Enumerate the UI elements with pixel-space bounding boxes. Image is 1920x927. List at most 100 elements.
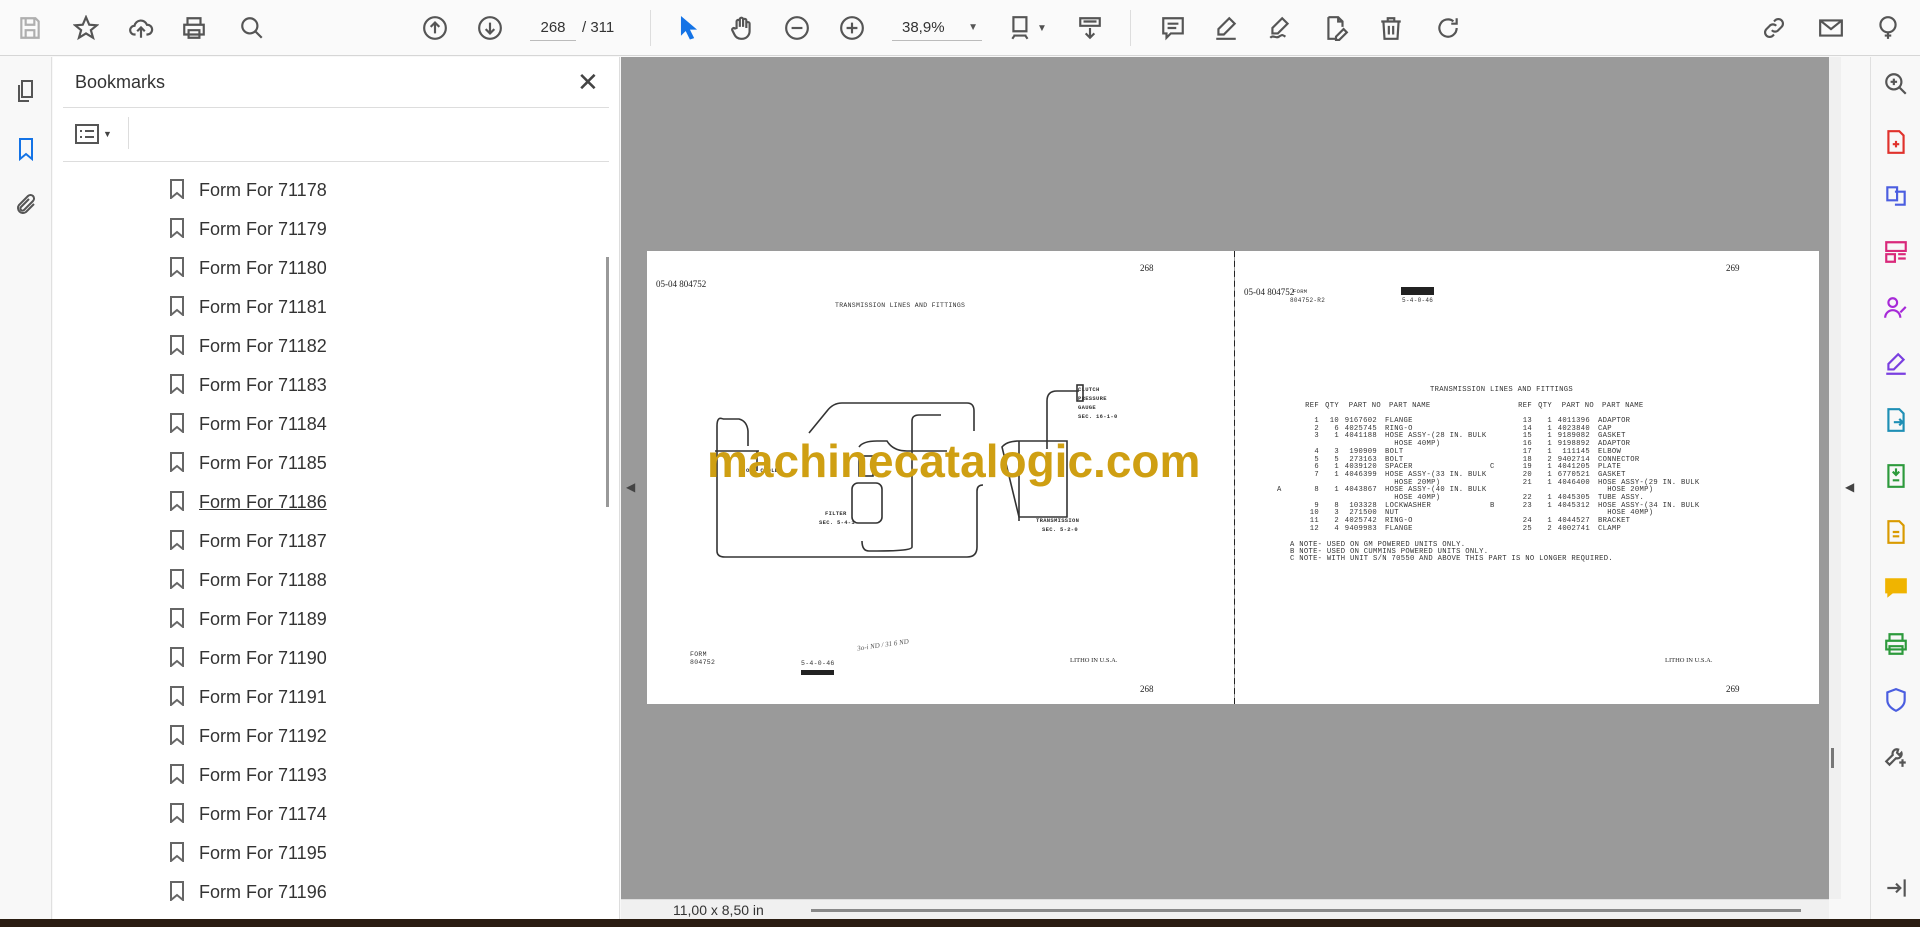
scan-ocr-icon[interactable]: [1883, 631, 1909, 657]
search-icon[interactable]: [236, 12, 268, 44]
zoom-level-select[interactable]: 38,9% ▼: [892, 15, 982, 41]
export-pdf-icon[interactable]: [1883, 407, 1909, 433]
bookmark-item[interactable]: Form For 71178: [113, 175, 583, 205]
previous-page-icon[interactable]: [419, 12, 451, 44]
watermark: machinecatalogic.com: [707, 435, 1201, 487]
close-icon[interactable]: ✕: [577, 67, 599, 98]
request-signature-icon[interactable]: [1883, 295, 1909, 321]
combine-files-icon[interactable]: [1883, 183, 1909, 209]
divider: [63, 161, 609, 162]
zoom-out-icon[interactable]: [781, 12, 813, 44]
bookmark-item[interactable]: Form For 71190: [113, 643, 583, 673]
bookmark-item[interactable]: Form For 71187: [113, 526, 583, 556]
page-number-top: 269: [1726, 263, 1740, 273]
col-qty: QTY: [1325, 402, 1339, 410]
compress-pdf-icon[interactable]: [1883, 463, 1909, 489]
bookmark-item[interactable]: Form For 71196: [113, 877, 583, 907]
bookmark-item[interactable]: Form For 71184: [113, 409, 583, 439]
email-icon[interactable]: [1815, 12, 1847, 44]
more-tools-icon[interactable]: [1883, 743, 1909, 769]
bookmark-icon: [169, 491, 187, 513]
collapse-left-panel-icon[interactable]: ◀: [626, 480, 635, 494]
create-pdf-icon[interactable]: [1883, 129, 1909, 155]
callout-pressure: PRESSURE: [1078, 395, 1107, 402]
upload-cloud-icon[interactable]: [125, 12, 157, 44]
bookmark-item[interactable]: Form For 71189: [113, 604, 583, 634]
tools-rail: [1870, 57, 1920, 919]
sign-icon[interactable]: [1264, 12, 1296, 44]
bookmark-label: Form For 71193: [199, 764, 327, 785]
bookmark-item[interactable]: Form For 71179: [113, 214, 583, 244]
vertical-scrollbar-thumb[interactable]: [1831, 748, 1834, 768]
divider: [63, 107, 609, 108]
bookmark-item[interactable]: Form For 71186: [113, 487, 583, 517]
bookmark-list-scrollbar[interactable]: [606, 257, 609, 507]
col-part-name: PART NAME: [1389, 402, 1431, 410]
page-number-input[interactable]: 268: [530, 15, 576, 41]
taskbar-edge: [0, 919, 1920, 927]
bookmark-options-button[interactable]: ▼: [75, 119, 119, 149]
bookmark-item[interactable]: Form For 71183: [113, 370, 583, 400]
chevron-down-icon: ▼: [968, 22, 978, 33]
bookmark-item[interactable]: Form For 71174: [113, 799, 583, 829]
row-part-no: 9409983: [1344, 524, 1377, 533]
bookmark-label: Form For 71185: [199, 452, 327, 473]
zoom-in-icon[interactable]: [836, 12, 868, 44]
account-icon[interactable]: [1872, 12, 1904, 44]
bookmark-icon: [169, 452, 187, 474]
bookmark-label: Form For 71178: [199, 179, 327, 200]
bookmark-item[interactable]: Form For 71181: [113, 292, 583, 322]
share-link-icon[interactable]: [1758, 12, 1790, 44]
zoom-value: 38,9%: [902, 19, 945, 36]
horizontal-scrollbar[interactable]: [811, 909, 1801, 912]
print-icon[interactable]: [178, 12, 210, 44]
select-cursor-icon[interactable]: [672, 12, 704, 44]
bookmark-item[interactable]: Form For 71195: [113, 838, 583, 868]
bookmark-icon: [169, 686, 187, 708]
comment-tool-icon[interactable]: [1883, 575, 1909, 601]
callout-filter-section: SEC. 5-4-1: [819, 519, 856, 526]
protect-icon[interactable]: [1883, 687, 1909, 713]
bookmark-item[interactable]: Form For 71193: [113, 760, 583, 790]
bookmarks-panel: Bookmarks ✕ ▼ Form For 71178 Form For 711…: [53, 57, 620, 919]
col-part-no: PART NO: [1348, 402, 1381, 410]
bookmark-icon: [169, 569, 187, 591]
edit-pdf-tool-icon[interactable]: [1883, 519, 1909, 545]
rotate-icon[interactable]: [1432, 12, 1464, 44]
bookmark-label: Form For 71196: [199, 881, 327, 902]
hand-tool-icon[interactable]: [726, 12, 758, 44]
bookmark-item[interactable]: Form For 71180: [113, 253, 583, 283]
litho-label: LITHO IN U.S.A.: [1665, 657, 1713, 664]
form-label: FORM: [1293, 288, 1308, 295]
attachments-icon[interactable]: [12, 191, 40, 219]
expand-right-panel-icon[interactable]: ◀: [1845, 480, 1854, 494]
bookmark-item[interactable]: Form For 71185: [113, 448, 583, 478]
chevron-down-icon: ▼: [103, 129, 112, 139]
litho-label: LITHO IN U.S.A.: [1070, 657, 1118, 664]
col-part-no: PART NO: [1561, 402, 1594, 410]
vertical-scrollbar[interactable]: [1829, 57, 1841, 899]
save-icon[interactable]: [14, 12, 46, 44]
page-thumbnails-icon[interactable]: [12, 77, 40, 105]
table-header: REF QTY PART NO PART NAME: [1277, 402, 1431, 410]
bookmark-item[interactable]: Form For 71188: [113, 565, 583, 595]
highlight-icon[interactable]: [1210, 12, 1242, 44]
star-icon[interactable]: [70, 12, 102, 44]
next-page-icon[interactable]: [474, 12, 506, 44]
form-code: 5-4-0-46: [1402, 297, 1434, 304]
scroll-mode-icon[interactable]: [1074, 12, 1106, 44]
fit-dropdown-icon[interactable]: ▼: [1026, 12, 1058, 44]
zoom-search-icon[interactable]: [1883, 71, 1909, 97]
divider: [650, 10, 651, 46]
bookmarks-icon[interactable]: [12, 135, 40, 163]
bookmark-item[interactable]: Form For 71182: [113, 331, 583, 361]
organize-pages-icon[interactable]: [1883, 239, 1909, 265]
comment-icon[interactable]: [1157, 12, 1189, 44]
bookmark-item[interactable]: Form For 71192: [113, 721, 583, 751]
fill-sign-icon[interactable]: [1883, 351, 1909, 377]
bookmark-icon: [169, 374, 187, 396]
delete-icon[interactable]: [1375, 12, 1407, 44]
edit-pdf-icon[interactable]: [1320, 12, 1352, 44]
bookmark-item[interactable]: Form For 71191: [113, 682, 583, 712]
collapse-tools-icon[interactable]: [1883, 875, 1909, 901]
